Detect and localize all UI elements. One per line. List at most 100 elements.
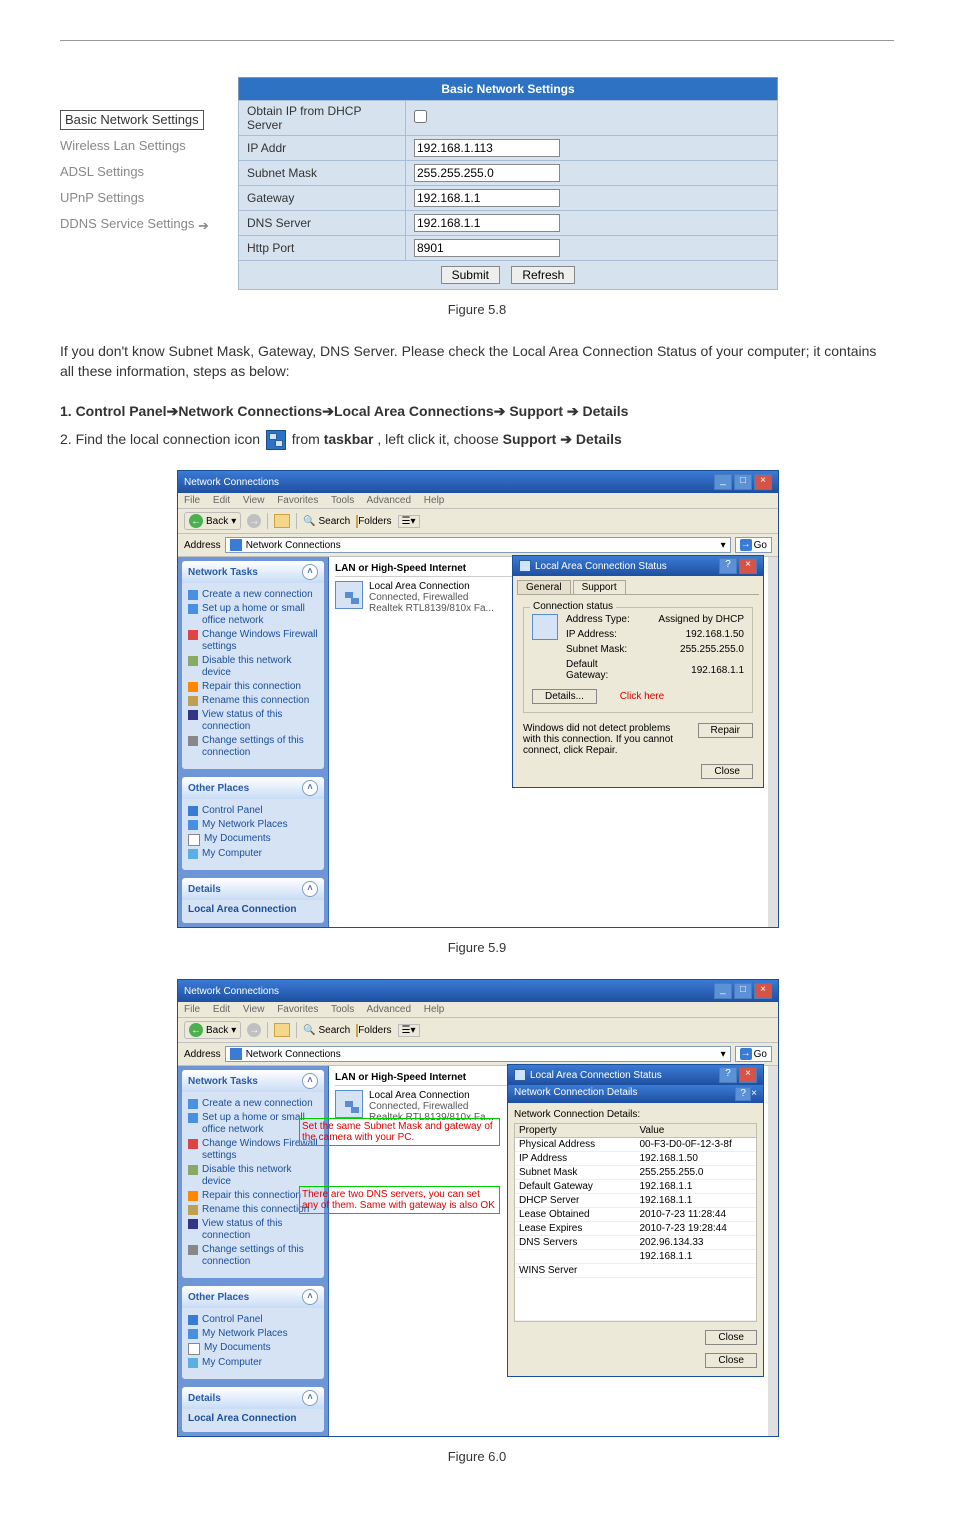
other-item[interactable]: My Computer [188,848,318,860]
det-k: Lease Expires [515,1222,636,1236]
task-item[interactable]: Change Windows Firewall settings [188,629,318,653]
help-icon[interactable]: ? [719,558,737,574]
forward-button[interactable]: → [247,1023,261,1037]
dns-input[interactable] [414,214,560,232]
other-item[interactable]: My Network Places [188,1328,318,1340]
sidebar-item-adsl[interactable]: ADSL Settings [60,159,220,185]
submit-button[interactable]: Submit [441,266,500,284]
scrollbar[interactable] [768,1066,778,1436]
network-icon [519,560,531,572]
task-item[interactable]: Change settings of this connection [188,1244,318,1268]
content-pane: LAN or High-Speed Internet Local Area Co… [329,557,768,927]
gateway-input[interactable] [414,189,560,207]
other-item[interactable]: Control Panel [188,1314,318,1326]
go-button[interactable]: →Go [735,1046,772,1062]
task-item[interactable]: Repair this connection [188,681,318,693]
sidebar-item-basic[interactable]: Basic Network Settings [60,110,204,130]
details-header[interactable]: Details˄ [182,878,324,900]
views-button[interactable]: ☰▾ [398,515,420,528]
toolbar: ←Back ▾ → 🔍 Search Folders ☰▾ [178,509,778,534]
menu-favorites[interactable]: Favorites [277,495,318,506]
details-button[interactable]: Details... [532,689,597,704]
menu-edit[interactable]: Edit [213,495,230,506]
other-item[interactable]: My Computer [188,1357,318,1369]
subnet-input[interactable] [414,164,560,182]
task-item[interactable]: Rename this connection [188,695,318,707]
other-item[interactable]: My Network Places [188,819,318,831]
sidebar-item-wireless[interactable]: Wireless Lan Settings [60,133,220,159]
close-icon[interactable]: × [754,474,772,490]
address-label: Address [184,540,221,551]
scrollbar[interactable] [768,557,778,927]
http-input[interactable] [414,239,560,257]
maximize-icon[interactable]: □ [734,983,752,999]
details-header[interactable]: Details˄ [182,1387,324,1409]
step1-p2: Local Area Connections [334,403,494,419]
task-item[interactable]: View status of this connection [188,709,318,733]
folders-button[interactable]: Folders [356,516,391,527]
other-item[interactable]: Control Panel [188,805,318,817]
close-icon[interactable]: × [739,558,757,574]
menu-view[interactable]: View [243,495,265,506]
ip-input[interactable] [414,139,560,157]
det-v: 192.168.1.1 [636,1194,757,1208]
menu-favorites[interactable]: Favorites [277,1004,318,1015]
close-icon[interactable]: × [751,1088,757,1099]
other-places-header[interactable]: Other Places˄ [182,1286,324,1308]
menu-edit[interactable]: Edit [213,1004,230,1015]
menu-file[interactable]: File [184,495,200,506]
address-input[interactable]: Network Connections ▾ [225,537,731,553]
help-icon[interactable]: ? [719,1067,737,1083]
menu-advanced[interactable]: Advanced [367,1004,411,1015]
address-input[interactable]: Network Connections ▾ [225,1046,731,1062]
task-item[interactable]: View status of this connection [188,1218,318,1242]
menu-file[interactable]: File [184,1004,200,1015]
up-icon[interactable] [274,1023,290,1037]
sidebar-item-ddns[interactable]: DDNS Service Settings ➔ [60,211,220,237]
sidebar-item-upnp[interactable]: UPnP Settings [60,185,220,211]
refresh-button[interactable]: Refresh [511,266,575,284]
minimize-icon[interactable]: _ [714,474,732,490]
close-icon[interactable]: × [754,983,772,999]
other-places-header[interactable]: Other Places˄ [182,777,324,799]
menu-help[interactable]: Help [424,495,445,506]
forward-button[interactable]: → [247,514,261,528]
repair-button[interactable]: Repair [698,723,753,738]
menu-help[interactable]: Help [424,1004,445,1015]
task-item[interactable]: Create a new connection [188,589,318,601]
step1-p1: Network Connections [178,403,322,419]
minimize-icon[interactable]: _ [714,983,732,999]
task-item[interactable]: Create a new connection [188,1098,318,1110]
search-button[interactable]: 🔍 Search [303,516,350,527]
network-tasks-header[interactable]: Network Tasks˄ [182,1070,324,1092]
tab-general[interactable]: General [517,580,571,594]
task-item[interactable]: Set up a home or small office network [188,603,318,627]
close-icon[interactable]: × [739,1067,757,1083]
other-item[interactable]: My Documents [188,833,318,846]
menu-tools[interactable]: Tools [331,1004,354,1015]
close-button[interactable]: Close [705,1330,757,1345]
other-item[interactable]: My Documents [188,1342,318,1355]
menu-tools[interactable]: Tools [331,495,354,506]
folders-button[interactable]: Folders [356,1025,391,1036]
menu-advanced[interactable]: Advanced [367,495,411,506]
menu-view[interactable]: View [243,1004,265,1015]
task-item[interactable]: Disable this network device [188,1164,318,1188]
up-icon[interactable] [274,514,290,528]
chevron-up-icon: ˄ [302,780,318,796]
close-button[interactable]: Close [705,1353,757,1368]
chevron-up-icon: ˄ [302,564,318,580]
search-button[interactable]: 🔍 Search [303,1025,350,1036]
maximize-icon[interactable]: □ [734,474,752,490]
close-button[interactable]: Close [701,764,753,779]
task-item[interactable]: Change settings of this connection [188,735,318,759]
task-item[interactable]: Disable this network device [188,655,318,679]
go-button[interactable]: →Go [735,537,772,553]
dhcp-checkbox[interactable] [414,110,427,123]
back-button[interactable]: ←Back ▾ [184,512,241,530]
views-button[interactable]: ☰▾ [398,1024,420,1037]
network-tasks-header[interactable]: Network Tasks˄ [182,561,324,583]
tab-support[interactable]: Support [573,580,626,594]
help-icon[interactable]: ? [735,1087,751,1101]
back-button[interactable]: ←Back ▾ [184,1021,241,1039]
